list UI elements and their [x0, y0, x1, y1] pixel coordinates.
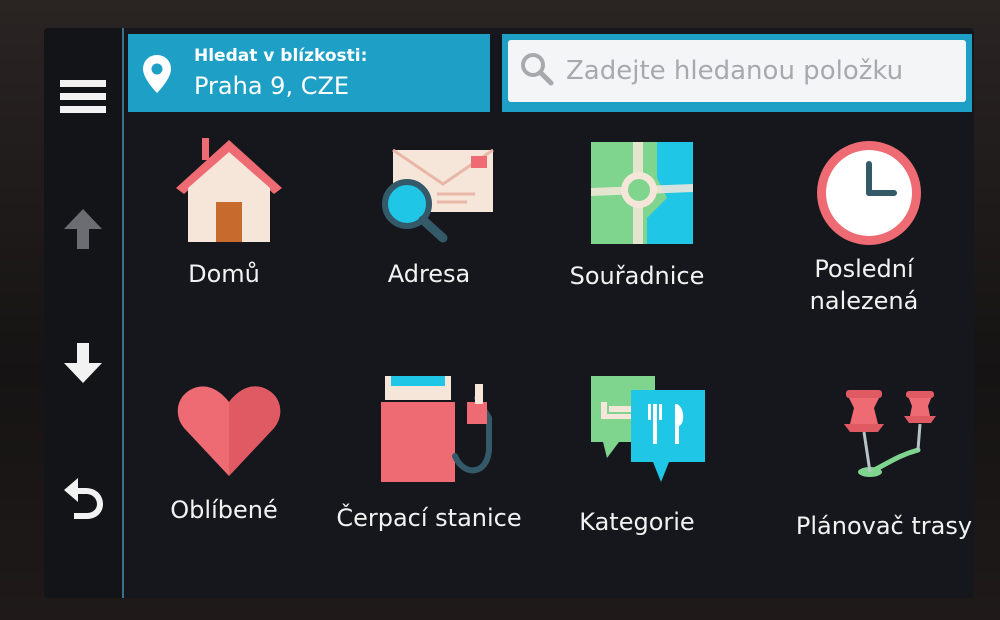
search-placeholder: Zadejte hledanou položku	[566, 56, 904, 86]
menu-icon	[60, 76, 106, 118]
search-input[interactable]: Zadejte hledanou položku	[508, 40, 966, 102]
arrow-down-icon	[62, 341, 104, 385]
coordinates-icon	[587, 138, 697, 248]
home-icon	[174, 138, 284, 248]
tile-favorites-label: Oblíbené	[170, 496, 278, 524]
location-pin-icon	[142, 54, 172, 98]
search-near-label: Hledat v blízkosti:	[194, 46, 368, 66]
main-area: Hledat v blízkosti: Praha 9, CZE Zadejte…	[124, 28, 974, 598]
tile-address-label: Adresa	[387, 260, 471, 288]
tile-home[interactable]: Domů	[124, 138, 324, 368]
clock-icon	[814, 138, 924, 248]
tile-route-planner-label: Plánovač trasy	[795, 512, 973, 540]
tile-route-planner[interactable]: Plánovač trasy	[784, 376, 974, 598]
heart-icon	[174, 376, 284, 486]
menu-button[interactable]	[44, 62, 122, 132]
tile-categories[interactable]: Kategorie	[537, 376, 737, 598]
tile-favorites[interactable]: Oblíbené	[124, 376, 324, 598]
scroll-up-button[interactable]	[44, 194, 122, 264]
search-near-value: Praha 9, CZE	[194, 72, 350, 100]
tile-fuel-stations[interactable]: Čerpací stanice	[329, 372, 529, 598]
back-icon	[60, 474, 106, 520]
tile-address[interactable]: Adresa	[329, 138, 529, 368]
search-bar: Zadejte hledanou položku	[502, 34, 972, 112]
tile-coordinates-label: Souřadnice	[569, 262, 705, 290]
route-planner-icon	[834, 376, 944, 486]
tile-home-label: Domů	[188, 260, 260, 288]
arrow-up-icon	[62, 207, 104, 251]
fuel-pump-icon	[379, 372, 492, 486]
sidebar	[44, 28, 124, 598]
tile-fuel-stations-label: Čerpací stanice	[336, 504, 522, 532]
categories-icon	[587, 376, 705, 486]
tile-recently-found[interactable]: Poslední nalezená	[764, 138, 964, 368]
back-button[interactable]	[44, 462, 122, 532]
tile-categories-label: Kategorie	[579, 508, 695, 536]
tile-coordinates[interactable]: Souřadnice	[537, 138, 737, 368]
device-screen: Hledat v blízkosti: Praha 9, CZE Zadejte…	[44, 28, 974, 598]
search-near-button[interactable]: Hledat v blízkosti: Praha 9, CZE	[128, 34, 490, 112]
tile-recently-found-label: Poslední nalezená	[809, 255, 919, 315]
search-icon	[520, 52, 554, 90]
scroll-down-button[interactable]	[44, 328, 122, 398]
address-icon	[379, 138, 494, 248]
